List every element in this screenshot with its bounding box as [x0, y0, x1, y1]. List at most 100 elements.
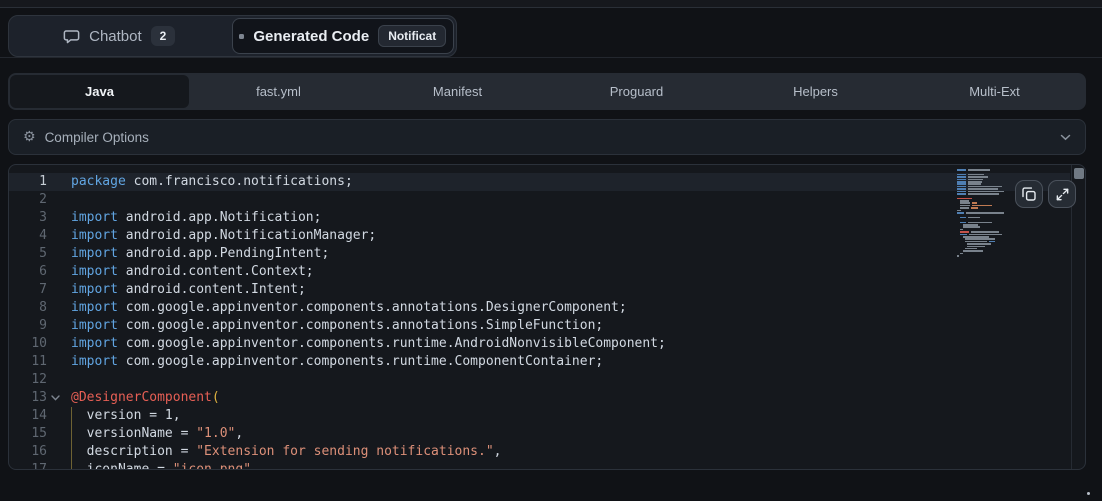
minimap-line: [957, 231, 1015, 233]
minimap-segment: [963, 250, 983, 252]
file-tab-manifest[interactable]: Manifest: [368, 75, 547, 108]
code-minimap[interactable]: [957, 169, 1015, 259]
code-line: 17 iconName = "icon.png": [9, 461, 1070, 470]
minimap-segment: [960, 205, 970, 207]
line-number: 13: [9, 389, 47, 407]
minimap-segment: [989, 241, 995, 243]
minimap-segment: [960, 229, 963, 231]
gutter-space: [47, 371, 63, 389]
minimap-segment: [965, 238, 995, 240]
code-text: import com.google.appinventor.components…: [63, 317, 603, 335]
minimap-segment: [968, 179, 983, 181]
minimap-segment: [957, 255, 959, 257]
minimap-line: [957, 171, 1015, 173]
code-text: import com.google.appinventor.components…: [63, 353, 603, 371]
minimap-line: [957, 200, 1015, 202]
code-line: 4import android.app.NotificationManager;: [9, 227, 1070, 245]
code-text: import com.google.appinventor.components…: [63, 335, 666, 353]
minimap-segment: [960, 207, 969, 209]
scrollbar-thumb[interactable]: [1074, 168, 1084, 179]
minimap-line: [957, 191, 1015, 193]
minimap-segment: [957, 169, 966, 171]
minimap-segment: [968, 217, 980, 219]
minimap-line: [957, 195, 1015, 197]
gutter-space: [47, 443, 63, 461]
minimap-segment: [960, 234, 967, 236]
file-tab-helpers[interactable]: Helpers: [726, 75, 905, 108]
code-text: import android.content.Context;: [63, 263, 314, 281]
minimap-line: [957, 236, 1015, 238]
line-number: 14: [9, 407, 47, 425]
minimap-line: [957, 198, 1015, 200]
minimap-segment: [967, 243, 991, 245]
code-line: 7import android.content.Intent;: [9, 281, 1070, 299]
minimap-segment: [971, 207, 978, 209]
line-number: 4: [9, 227, 47, 245]
minimap-line: [957, 214, 1015, 216]
line-number: 9: [9, 317, 47, 335]
gutter-space: [47, 281, 63, 299]
minimap-segment: [968, 191, 1004, 193]
tab-chatbot-label: Chatbot: [89, 28, 142, 45]
file-tab-proguard[interactable]: Proguard: [547, 75, 726, 108]
line-number: 16: [9, 443, 47, 461]
minimap-segment: [971, 231, 999, 233]
chevron-down-icon[interactable]: [1060, 134, 1071, 141]
gutter-space: [47, 227, 63, 245]
minimap-segment: [968, 183, 981, 185]
tab-generated-code[interactable]: Generated Code Notificat: [232, 18, 455, 54]
gutter-space: [47, 461, 63, 470]
line-number: 7: [9, 281, 47, 299]
minimap-segment: [968, 176, 988, 178]
minimap-line: [957, 241, 1015, 243]
code-line: 6import android.content.Context;: [9, 263, 1070, 281]
file-tab-multi-ext[interactable]: Multi-Ext: [905, 75, 1084, 108]
minimap-line: [957, 205, 1015, 207]
minimap-segment: [957, 212, 964, 214]
minimap-segment: [957, 174, 966, 176]
minimap-segment: [957, 176, 966, 178]
code-line: 3import android.app.Notification;: [9, 209, 1070, 227]
header-divider: [0, 57, 1102, 58]
minimap-segment: [957, 183, 966, 185]
compiler-options-header[interactable]: ⚙ Compiler Options: [8, 119, 1086, 155]
fold-chevron-icon[interactable]: [47, 389, 63, 407]
minimap-line: [957, 229, 1015, 231]
code-lines: 1package com.francisco.notifications;23i…: [9, 165, 1085, 470]
tab-chatbot[interactable]: Chatbot 2: [9, 16, 230, 56]
code-text: description = "Extension for sending not…: [63, 443, 501, 461]
minimap-segment: [969, 234, 1002, 236]
file-tab-fast-yml[interactable]: fast.yml: [189, 75, 368, 108]
chat-bubble-icon: [63, 28, 80, 45]
line-number: 11: [9, 353, 47, 371]
gear-icon: ⚙: [23, 130, 36, 144]
editor-scrollbar[interactable]: [1071, 165, 1085, 469]
copy-icon: [1021, 186, 1037, 202]
code-text: versionName = "1.0",: [63, 425, 243, 443]
gutter-space: [47, 173, 63, 191]
minimap-line: [957, 255, 1015, 257]
code-line: 2: [9, 191, 1070, 209]
code-line: 8import com.google.appinventor.component…: [9, 299, 1070, 317]
line-number: 10: [9, 335, 47, 353]
code-text: package com.francisco.notifications;: [63, 173, 353, 191]
minimap-segment: [965, 248, 977, 250]
minimap-line: [957, 179, 1015, 181]
minimap-segment: [957, 179, 966, 181]
code-text: iconName = "icon.png": [63, 461, 251, 470]
expand-code-button[interactable]: [1048, 180, 1076, 208]
gutter-space: [47, 407, 63, 425]
line-number: 15: [9, 425, 47, 443]
minimap-segment: [963, 226, 980, 228]
code-line: 14 version = 1,: [9, 407, 1070, 425]
line-number: 8: [9, 299, 47, 317]
code-text: [63, 191, 71, 209]
file-tab-java[interactable]: Java: [10, 75, 189, 108]
copy-code-button[interactable]: [1015, 180, 1043, 208]
code-text: import android.app.PendingIntent;: [63, 245, 329, 263]
code-line: 5import android.app.PendingIntent;: [9, 245, 1070, 263]
minimap-segment: [960, 217, 966, 219]
gutter-space: [47, 425, 63, 443]
gutter-space: [47, 263, 63, 281]
minimap-segment: [966, 212, 1004, 214]
